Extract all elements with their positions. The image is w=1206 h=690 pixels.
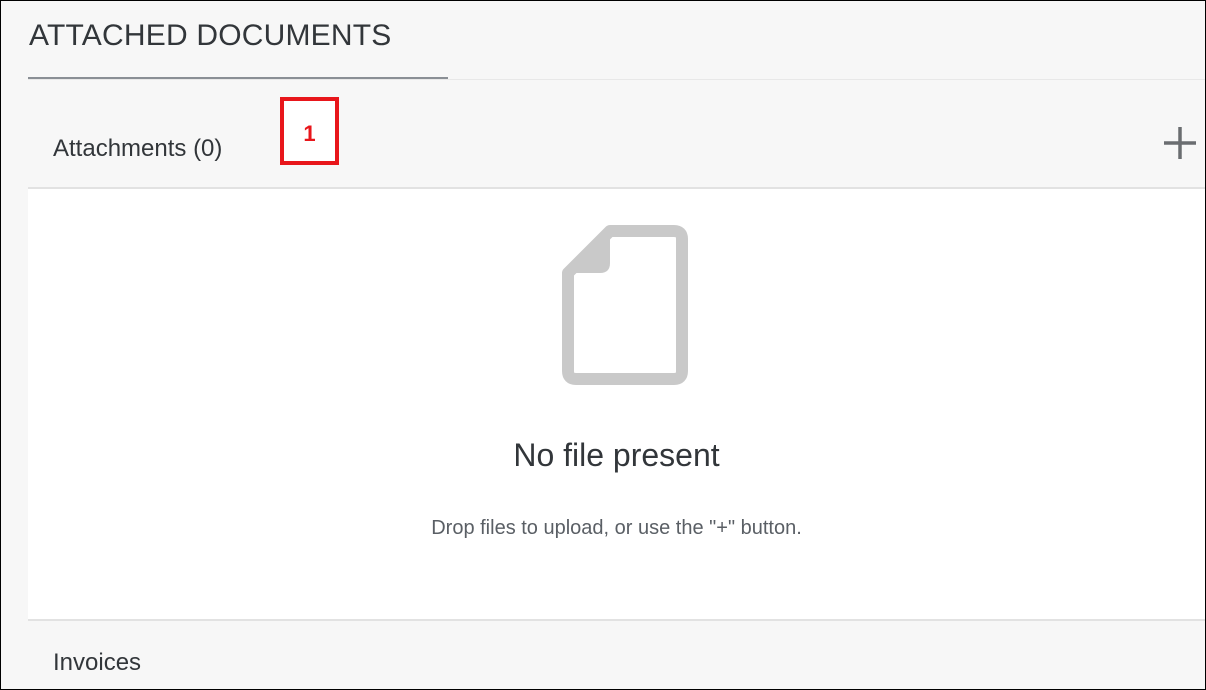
empty-state-description: Drop files to upload, or use the "+" but… (431, 517, 802, 539)
callout-number: 1 (303, 121, 316, 146)
attachments-header: Attachments (0) 1 (28, 81, 1205, 189)
attachments-title: Attachments (0) (53, 135, 223, 162)
invoices-title: Invoices (53, 649, 142, 676)
empty-state-title: No file present (513, 437, 720, 473)
tab-bar-divider (28, 79, 1205, 80)
file-icon (562, 223, 688, 385)
invoices-section-header[interactable]: Invoices (28, 621, 1205, 689)
tab-attached-documents[interactable]: ATTACHED DOCUMENTS (29, 19, 392, 53)
plus-icon (1164, 127, 1196, 159)
attached-documents-panel: ATTACHED DOCUMENTS Attachments (0) 1 No … (0, 0, 1206, 690)
add-attachment-button[interactable] (1158, 121, 1202, 165)
callout-marker: 1 (280, 97, 339, 165)
attachments-upload-area[interactable]: No file present Drop files to upload, or… (28, 189, 1205, 621)
